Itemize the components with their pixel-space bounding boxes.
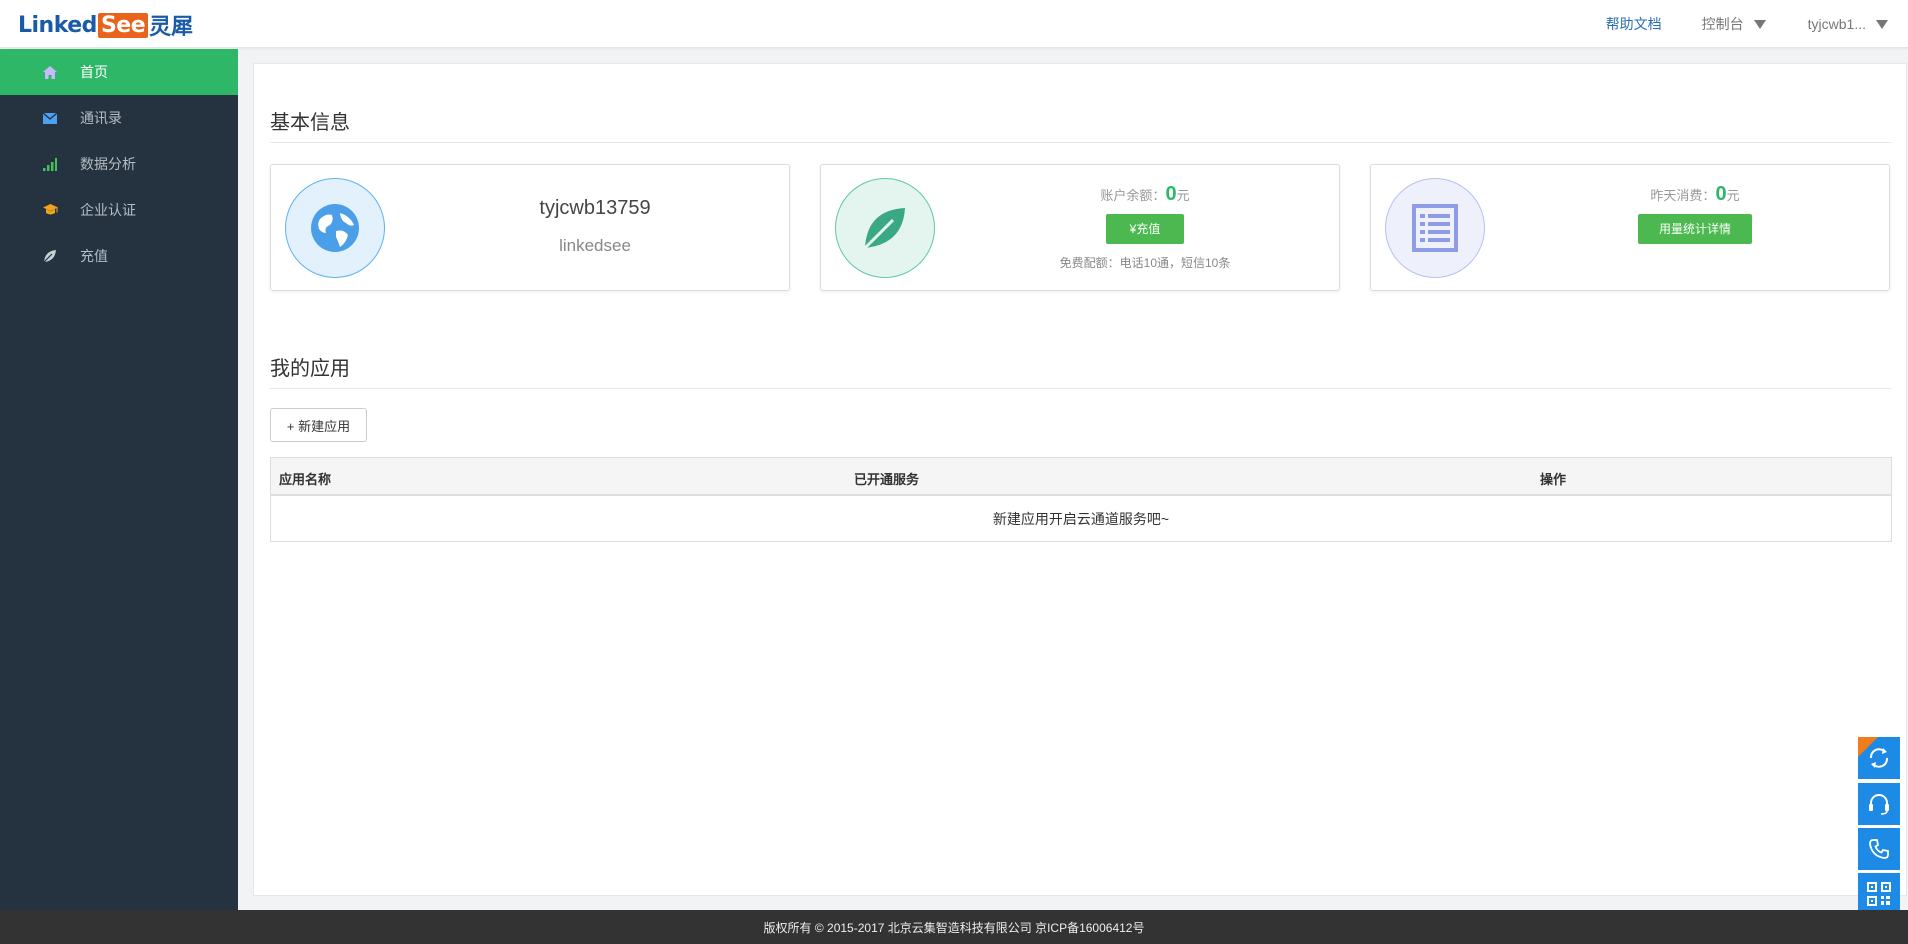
balance-line: 账户余额：0元 xyxy=(951,183,1339,206)
logo-text-cn: 灵犀 xyxy=(149,15,194,40)
consumption-card: 昨天消费：0元 用量统计详情 xyxy=(1370,164,1890,291)
headset-icon xyxy=(1869,794,1889,815)
leaf-icon xyxy=(42,248,58,264)
yesterday-value: 0 xyxy=(1715,183,1727,205)
my-apps-title: 我的应用 xyxy=(270,358,350,380)
divider xyxy=(270,388,1892,389)
console-dropdown[interactable]: 控制台 xyxy=(1702,14,1766,34)
username-text: tyjcwb13759 xyxy=(539,197,651,219)
home-icon xyxy=(42,64,58,80)
logo-text-see: See xyxy=(97,12,149,38)
envelope-icon xyxy=(42,110,58,126)
top-header: Linked See 灵犀 帮助文档 控制台 tyjcwb1... xyxy=(0,0,1908,48)
recharge-button[interactable]: ¥充值 xyxy=(1106,214,1184,244)
logo-text-linked: Linked xyxy=(18,12,97,38)
footer: 版权所有 © 2015-2017 北京云集智造科技有限公司 京ICP备16006… xyxy=(0,910,1908,944)
sidebar: 首页 通讯录 数据分析 企业认证 充值 xyxy=(0,49,238,910)
graduation-cap-icon xyxy=(42,202,58,218)
list-document-icon xyxy=(1385,178,1485,278)
usage-stats-button[interactable]: 用量统计详情 xyxy=(1638,214,1752,244)
user-info-body: tyjcwb13759 linkedsee xyxy=(401,165,789,290)
yesterday-line: 昨天消费：0元 xyxy=(1501,183,1889,206)
column-header-services: 已开通服务 xyxy=(854,472,920,487)
sidebar-item-enterprise-cert[interactable]: 企业认证 xyxy=(0,187,238,233)
sidebar-item-contacts[interactable]: 通讯录 xyxy=(0,95,238,141)
org-text: linkedsee xyxy=(559,236,631,255)
copyright-text: 版权所有 © 2015-2017 北京云集智造科技有限公司 京ICP备16006… xyxy=(763,920,1145,935)
divider xyxy=(270,142,1892,143)
balance-label: 账户余额： xyxy=(1100,188,1166,203)
sidebar-item-recharge[interactable]: 充值 xyxy=(0,233,238,279)
balance-value: 0 xyxy=(1165,183,1177,205)
basic-info-title: 基本信息 xyxy=(270,112,350,134)
user-info-card: tyjcwb13759 linkedsee xyxy=(270,164,790,291)
sidebar-item-home[interactable]: 首页 xyxy=(0,49,238,95)
yesterday-unit: 元 xyxy=(1726,188,1740,203)
signal-bars-icon xyxy=(42,156,58,172)
main-content: 基本信息 tyjcwb13759 linkedsee 账户余额：0元 ¥充值 免… xyxy=(253,63,1907,896)
help-docs-link[interactable]: 帮助文档 xyxy=(1606,14,1662,34)
header-nav: 帮助文档 控制台 tyjcwb1... xyxy=(1606,0,1888,48)
sidebar-item-data-analysis[interactable]: 数据分析 xyxy=(0,141,238,187)
refresh-widget-button[interactable] xyxy=(1858,737,1900,779)
sidebar-item-label: 数据分析 xyxy=(80,156,136,172)
user-name-label: tyjcwb1... xyxy=(1807,16,1866,32)
balance-body: 账户余额：0元 ¥充值 免费配额：电话10通，短信10条 xyxy=(951,165,1339,290)
column-header-actions: 操作 xyxy=(1540,472,1567,487)
phone-call-button[interactable] xyxy=(1858,828,1900,870)
caret-down-icon xyxy=(1753,19,1766,29)
caret-down-icon xyxy=(1876,19,1888,29)
sidebar-item-label: 通讯录 xyxy=(80,110,122,126)
linkedsee-logo[interactable]: Linked See 灵犀 xyxy=(18,11,194,40)
sidebar-item-label: 首页 xyxy=(80,64,108,80)
leaf-icon xyxy=(835,178,935,278)
column-header-app-name: 应用名称 xyxy=(279,472,332,487)
empty-table-message: 新建应用开启云通道服务吧~ xyxy=(992,510,1170,527)
yesterday-label: 昨天消费： xyxy=(1650,188,1716,203)
sidebar-item-label: 企业认证 xyxy=(80,202,136,218)
hot-badge xyxy=(1858,737,1878,757)
phone-icon xyxy=(1869,839,1889,859)
balance-card: 账户余额：0元 ¥充值 免费配额：电话10通，短信10条 xyxy=(820,164,1340,291)
user-dropdown[interactable]: tyjcwb1... xyxy=(1808,16,1888,32)
free-quota-note: 免费配额：电话10通，短信10条 xyxy=(1059,256,1231,270)
customer-service-button[interactable] xyxy=(1858,783,1900,825)
apps-table: 应用名称 已开通服务 操作 新建应用开启云通道服务吧~ xyxy=(270,457,1892,542)
console-label: 控制台 xyxy=(1701,16,1744,32)
consumption-body: 昨天消费：0元 用量统计详情 xyxy=(1501,165,1889,290)
qrcode-icon xyxy=(1867,882,1891,906)
table-header: 应用名称 已开通服务 操作 xyxy=(271,458,1891,496)
balance-unit: 元 xyxy=(1176,188,1190,203)
qrcode-button[interactable] xyxy=(1858,873,1900,915)
new-app-button[interactable]: + 新建应用 xyxy=(270,408,367,442)
sidebar-item-label: 充值 xyxy=(80,248,108,264)
globe-icon xyxy=(285,178,385,278)
